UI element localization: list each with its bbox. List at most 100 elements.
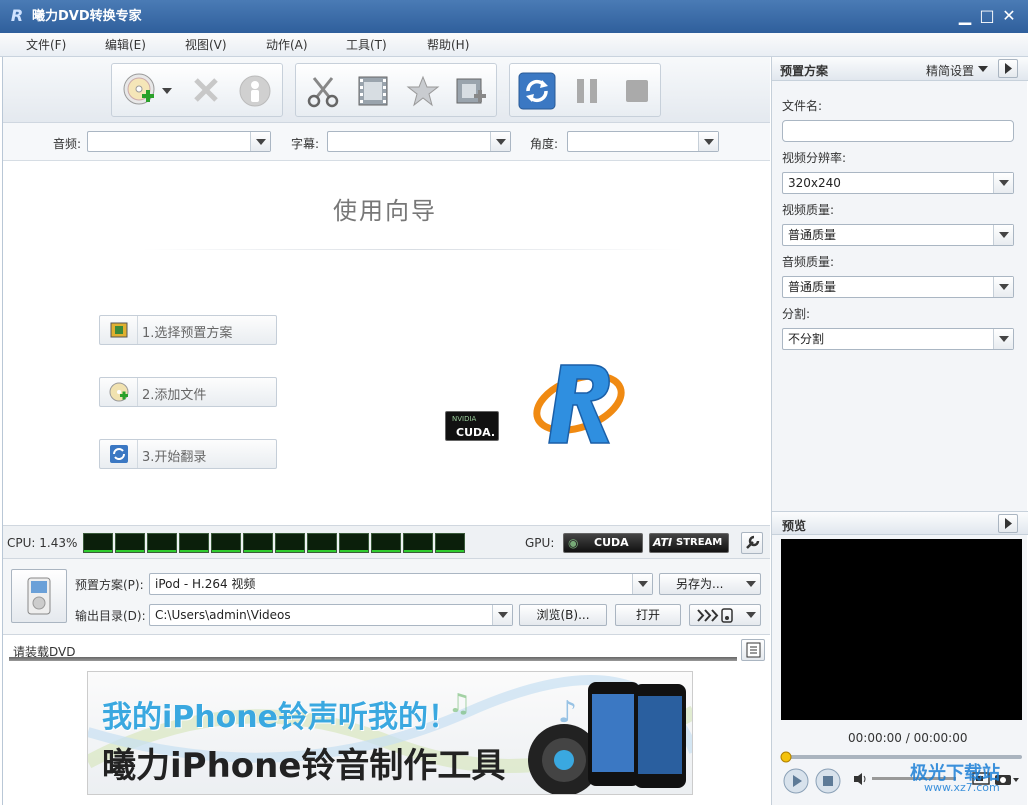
- split-select[interactable]: 不分割: [782, 328, 1014, 350]
- cpu-meter-cell: [211, 533, 241, 553]
- audio-quality-select[interactable]: 普通质量: [782, 276, 1014, 298]
- settings-panel: 预置方案 精简设置 文件名: 视频分辨率: 320x240 视频质量: 普通质量…: [771, 57, 1028, 805]
- ipod-icon: [27, 577, 51, 615]
- video-quality-label: 视频质量:: [782, 203, 835, 217]
- chevron-down-icon[interactable]: [698, 132, 718, 151]
- chevron-down-icon[interactable]: [993, 277, 1013, 297]
- resolution-select[interactable]: 320x240: [782, 172, 1014, 194]
- preset-panel-title: 预置方案: [780, 64, 829, 78]
- menu-help[interactable]: 帮助(H): [427, 37, 469, 53]
- ati-stream-toggle[interactable]: ATI STREAM: [649, 533, 729, 553]
- subtitle-label: 字幕:: [291, 137, 320, 151]
- menu-bar: 文件(F) 编辑(E) 视图(V) 动作(A) 工具(T) 帮助(H): [0, 33, 1028, 57]
- simple-settings-dropdown[interactable]: 精简设置: [926, 62, 974, 79]
- chevron-down-icon[interactable]: [250, 132, 270, 151]
- seek-handle-icon[interactable]: [780, 751, 792, 763]
- menu-tools[interactable]: 工具(T): [346, 37, 387, 53]
- menu-edit[interactable]: 编辑(E): [105, 37, 146, 53]
- track-selectors: 音频: 字幕: 角度:: [3, 123, 770, 161]
- audio-quality-value: 普通质量: [788, 280, 837, 294]
- preset-panel-header: 预置方案 精简设置: [772, 57, 1028, 81]
- chevron-down-icon[interactable]: [746, 581, 756, 587]
- delete-icon[interactable]: [192, 76, 220, 104]
- film-icon[interactable]: [356, 74, 390, 108]
- save-as-button[interactable]: 另存为...: [659, 573, 761, 595]
- video-quality-select[interactable]: 普通质量: [782, 224, 1014, 246]
- app-logo-icon: R: [10, 6, 24, 25]
- convert-refresh-icon: [100, 440, 138, 468]
- menu-action[interactable]: 动作(A): [266, 37, 308, 53]
- cpu-meter-level: [116, 550, 144, 552]
- split-value: 不分割: [788, 332, 825, 346]
- scissors-icon[interactable]: [306, 74, 340, 108]
- cpu-meter-cell: [147, 533, 177, 553]
- cuda-toggle[interactable]: ◉ CUDA: [563, 533, 643, 553]
- step-start-rip-button[interactable]: 3.开始翻录: [99, 439, 277, 469]
- cpu-meter-cell: [371, 533, 401, 553]
- add-disc-icon[interactable]: [122, 72, 158, 108]
- cpu-meter-cell: [243, 533, 273, 553]
- video-quality-value: 普通质量: [788, 228, 837, 242]
- stop-icon[interactable]: [814, 767, 842, 795]
- play-arrow-icon: [1005, 63, 1012, 74]
- cpu-meter-cell: [275, 533, 305, 553]
- chevron-down-icon[interactable]: [978, 66, 988, 72]
- chevron-down-icon[interactable]: [993, 173, 1013, 193]
- preview-screen: [781, 539, 1022, 720]
- log-list-icon: [746, 642, 761, 658]
- open-button[interactable]: 打开: [615, 604, 681, 626]
- close-button[interactable]: ✕: [998, 6, 1020, 26]
- maximize-button[interactable]: □: [976, 6, 998, 26]
- minimize-button[interactable]: ▁: [954, 6, 976, 26]
- chevron-down-icon[interactable]: [632, 574, 652, 594]
- preset-value: iPod - H.264 视频: [155, 577, 256, 591]
- filename-input[interactable]: [782, 120, 1014, 142]
- volume-icon[interactable]: [852, 771, 868, 787]
- chevron-down-icon[interactable]: [993, 225, 1013, 245]
- preview-expand-button[interactable]: [998, 514, 1018, 533]
- log-button[interactable]: [741, 639, 765, 661]
- effects-star-icon[interactable]: [406, 74, 440, 108]
- audio-select[interactable]: [87, 131, 271, 152]
- step-select-preset-button[interactable]: 1.选择预置方案: [99, 315, 277, 345]
- pause-icon[interactable]: [572, 76, 602, 106]
- step-add-file-button[interactable]: 2.添加文件: [99, 377, 277, 407]
- add-disc-icon: [100, 378, 138, 406]
- chevron-down-icon[interactable]: [746, 612, 756, 618]
- filename-label: 文件名:: [782, 99, 823, 113]
- toolbar: [3, 57, 770, 123]
- chevron-down-icon[interactable]: [490, 132, 510, 151]
- info-icon[interactable]: [238, 74, 272, 108]
- cpu-meter-level: [276, 550, 304, 552]
- menu-file[interactable]: 文件(F): [26, 37, 66, 53]
- cpu-meter-level: [84, 550, 112, 552]
- angle-label: 角度:: [530, 137, 559, 151]
- preset-select[interactable]: iPod - H.264 视频: [149, 573, 653, 595]
- preview-title: 预览: [782, 519, 807, 533]
- step-label: 2.添加文件: [142, 388, 207, 403]
- subtitle-select[interactable]: [327, 131, 511, 152]
- browse-button[interactable]: 浏览(B)...: [519, 604, 607, 626]
- output-dir-select[interactable]: C:\Users\admin\Videos: [149, 604, 513, 626]
- device-button[interactable]: [11, 569, 67, 623]
- playback-time: 00:00:00 / 00:00:00: [848, 731, 968, 745]
- play-icon[interactable]: [782, 767, 810, 795]
- ad-banner[interactable]: ♪ ♫ 我的iPhone铃声听我的！ 曦力iPhone铃音制作工具: [87, 671, 693, 795]
- settings-button[interactable]: [741, 532, 763, 554]
- chevron-down-icon[interactable]: [492, 605, 512, 625]
- add-film-icon[interactable]: [454, 74, 488, 108]
- divider: [143, 249, 683, 250]
- split-label: 分割:: [782, 307, 811, 321]
- title-bar: R 曦力DVD转换专家 ▁ □ ✕: [0, 0, 1028, 33]
- chevron-down-icon[interactable]: [162, 88, 172, 94]
- convert-refresh-icon[interactable]: [518, 72, 556, 110]
- expand-button[interactable]: [998, 59, 1018, 78]
- wizard-area: 使用向导 1.选择预置方案 2.添加文件 3.开始翻录 NVIDIA CUDA.: [3, 161, 770, 525]
- cpu-meter-level: [404, 550, 432, 552]
- chevron-down-icon[interactable]: [993, 329, 1013, 349]
- cpu-meter-cell: [339, 533, 369, 553]
- angle-select[interactable]: [567, 131, 719, 152]
- stop-icon[interactable]: [622, 76, 652, 106]
- menu-view[interactable]: 视图(V): [185, 37, 227, 53]
- transfer-device-button[interactable]: [689, 604, 761, 626]
